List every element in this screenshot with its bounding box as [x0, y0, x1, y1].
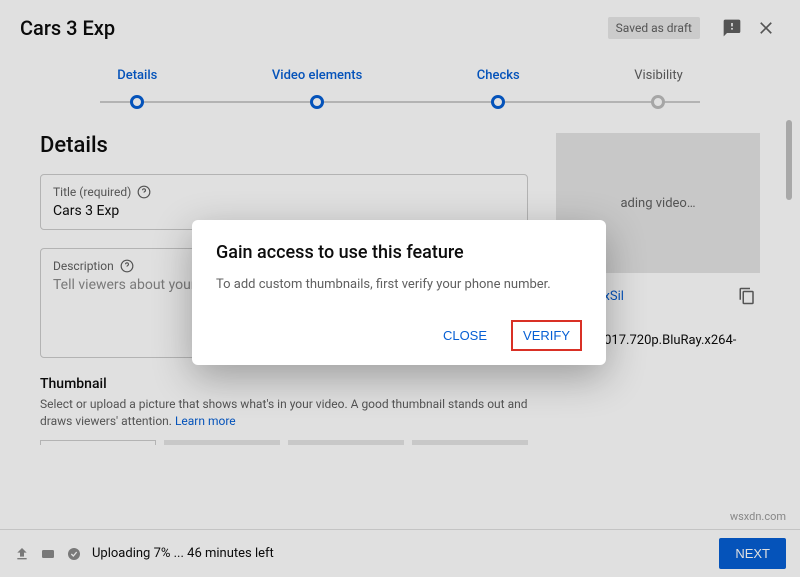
thumbnail-option[interactable] [288, 440, 404, 445]
verify-dialog: Gain access to use this feature To add c… [192, 220, 606, 365]
footer-bar: Uploading 7% ... 46 minutes left NEXT [0, 529, 800, 577]
step-dot-icon [491, 95, 505, 109]
sd-icon [40, 546, 56, 562]
close-icon[interactable] [752, 14, 780, 42]
thumbnail-row: Upload thumbnail [40, 440, 528, 445]
help-icon[interactable] [137, 185, 151, 199]
thumbnail-heading: Thumbnail [40, 376, 528, 392]
upload-icon [14, 546, 30, 562]
close-button[interactable]: CLOSE [433, 320, 497, 351]
video-title: Cars 3 Exp [20, 16, 608, 40]
thumbnail-option[interactable] [412, 440, 528, 445]
step-visibility[interactable]: Visibility [634, 68, 683, 109]
upload-status: Uploading 7% ... 46 minutes left [92, 546, 274, 561]
header-bar: Cars 3 Exp Saved as draft [0, 0, 800, 50]
thumbnail-subtext: Select or upload a picture that shows wh… [40, 396, 528, 430]
step-video-elements[interactable]: Video elements [272, 68, 362, 109]
scrollbar[interactable] [786, 120, 792, 200]
step-dot-icon [651, 95, 665, 109]
verify-button[interactable]: VERIFY [511, 320, 582, 351]
title-value: Cars 3 Exp [53, 203, 515, 219]
copy-icon[interactable] [738, 287, 756, 305]
title-label: Title (required) [53, 185, 515, 199]
dialog-body: To add custom thumbnails, first verify y… [216, 277, 582, 292]
upload-thumbnail-button[interactable]: Upload thumbnail [40, 440, 156, 445]
dialog-title: Gain access to use this feature [216, 242, 582, 263]
dialog-actions: CLOSE VERIFY [216, 320, 582, 351]
feedback-icon[interactable] [718, 14, 746, 42]
step-dot-icon [310, 95, 324, 109]
step-checks[interactable]: Checks [477, 68, 520, 109]
learn-more-link[interactable]: Learn more [175, 414, 236, 428]
help-icon[interactable] [120, 259, 134, 273]
saved-badge: Saved as draft [608, 17, 700, 39]
check-circle-icon [66, 546, 82, 562]
watermark: wsxdn.com [730, 510, 786, 523]
step-details[interactable]: Details [117, 68, 157, 109]
thumbnail-option[interactable] [164, 440, 280, 445]
step-dot-icon [130, 95, 144, 109]
next-button[interactable]: NEXT [719, 538, 786, 569]
stepper: Details Video elements Checks Visibility [0, 50, 800, 115]
details-heading: Details [40, 133, 528, 158]
